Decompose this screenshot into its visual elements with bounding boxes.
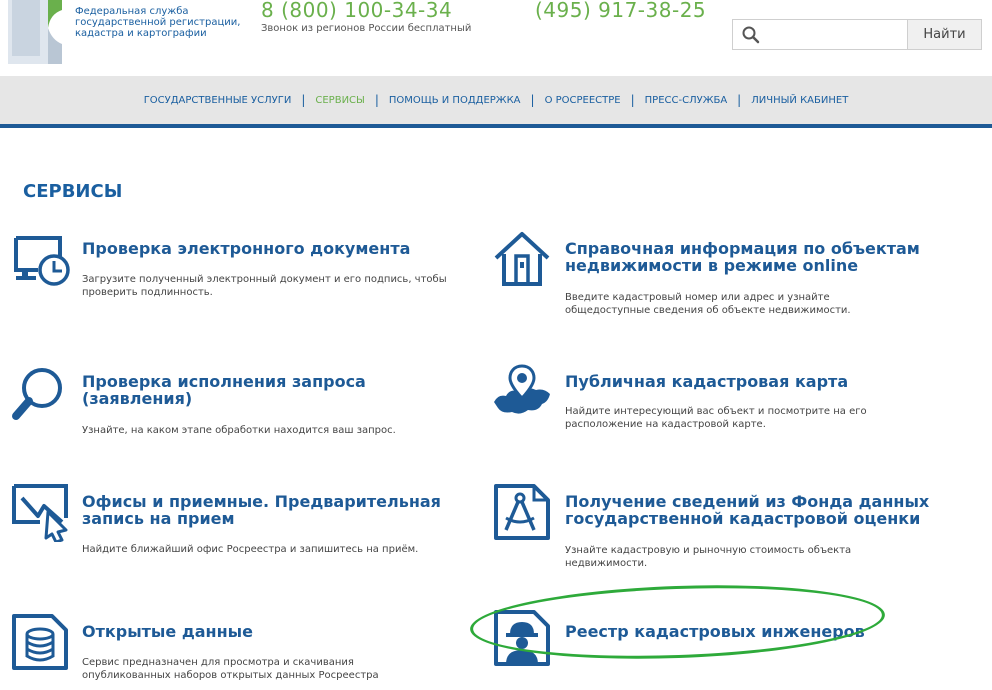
main-nav-items: ГОСУДАРСТВЕННЫЕ УСЛУГИ | СЕРВИСЫ | ПОМОЩ…	[0, 76, 992, 124]
search-box	[732, 19, 908, 50]
compass-document-icon[interactable]	[492, 482, 552, 542]
site-header: Федеральная служба государственной регис…	[0, 0, 992, 72]
nav-item-press[interactable]: ПРЕСС-СЛУЖБА	[645, 95, 728, 106]
service-desc-doc-check: Загрузите полученный электронный докумен…	[82, 274, 447, 298]
service-desc-cadastral-map: Найдите интересующий вас объект и посмот…	[565, 406, 867, 430]
nav-item-help[interactable]: ПОМОЩЬ И ПОДДЕРЖКА	[389, 95, 521, 106]
search-icon	[742, 26, 760, 44]
nav-separator: |	[630, 93, 635, 107]
map-pin-icon[interactable]	[492, 362, 552, 422]
service-title-doc-check[interactable]: Проверка электронного документа	[82, 240, 462, 257]
hotline-note: Звонок из регионов России бесплатный	[261, 23, 472, 34]
service-title-cadastral-map[interactable]: Публичная кадастровая карта	[565, 373, 945, 390]
service-desc-open-data: Сервис предназначен для просмотра и скач…	[82, 657, 379, 681]
service-title-engineers-registry[interactable]: Реестр кадастровых инженеров	[565, 623, 945, 640]
nav-separator: |	[530, 93, 535, 107]
nav-separator: |	[737, 93, 742, 107]
org-name-line: государственной регистрации,	[75, 17, 241, 28]
service-desc-offices: Найдите ближайший офис Росреестра и запи…	[82, 544, 419, 555]
page-title: СЕРВИСЫ	[23, 181, 123, 202]
hotline-phone[interactable]: 8 (800) 100-34-34	[261, 0, 452, 22]
org-name-line: Федеральная служба	[75, 6, 189, 17]
database-document-icon[interactable]	[10, 612, 70, 672]
service-desc-reference-info: Введите кадастровый номер или адрес и уз…	[565, 292, 851, 316]
service-title-request-status[interactable]: Проверка исполнения запроса (заявления)	[82, 373, 462, 407]
house-icon[interactable]	[492, 230, 552, 290]
nav-separator: |	[374, 93, 379, 107]
nav-item-gov-services[interactable]: ГОСУДАРСТВЕННЫЕ УСЛУГИ	[144, 95, 292, 106]
nav-item-about[interactable]: О РОСРЕЕСТРЕ	[545, 95, 621, 106]
magnifier-icon[interactable]	[8, 364, 68, 424]
service-desc-request-status: Узнайте, на каком этапе обработки находи…	[82, 425, 396, 436]
service-title-offices[interactable]: Офисы и приемные. Предварительная запись…	[82, 493, 462, 527]
search-button[interactable]: Найти	[908, 19, 982, 50]
nav-separator: |	[301, 93, 306, 107]
service-title-valuation-fund[interactable]: Получение сведений из Фонда данных госуд…	[565, 493, 945, 527]
nav-item-account[interactable]: ЛИЧНЫЙ КАБИНЕТ	[751, 95, 848, 106]
service-title-open-data[interactable]: Открытые данные	[82, 623, 462, 640]
screen-cursor-icon[interactable]	[10, 482, 70, 542]
service-desc-valuation-fund: Узнайте кадастровую и рыночную стоимость…	[565, 545, 852, 569]
rosreestr-logo-icon[interactable]	[0, 0, 62, 64]
search-input[interactable]	[765, 22, 907, 48]
org-name: Федеральная служба государственной регис…	[75, 6, 245, 39]
service-title-reference-info[interactable]: Справочная информация по объектам недвиж…	[565, 240, 945, 274]
moscow-phone[interactable]: (495) 917-38-25	[535, 0, 706, 22]
monitor-clock-icon[interactable]	[12, 232, 72, 292]
org-name-line: кадастра и картографии	[75, 28, 207, 39]
nav-item-services[interactable]: СЕРВИСЫ	[315, 95, 364, 106]
main-nav: ГОСУДАРСТВЕННЫЕ УСЛУГИ | СЕРВИСЫ | ПОМОЩ…	[0, 76, 992, 128]
engineer-document-icon[interactable]	[492, 608, 552, 668]
